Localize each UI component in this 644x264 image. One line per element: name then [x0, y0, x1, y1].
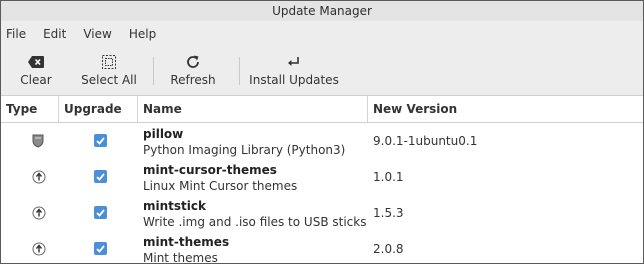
- column-name[interactable]: Name: [138, 96, 368, 122]
- column-upgrade[interactable]: Upgrade: [59, 96, 138, 122]
- table-row[interactable]: mint-cursor-themes Linux Mint Cursor the…: [1, 159, 643, 195]
- package-description: Mint themes: [143, 251, 218, 264]
- package-version: 1.5.3: [373, 206, 404, 220]
- table-header: Type Upgrade Name New Version: [1, 95, 643, 123]
- package-description: Write .img and .iso files to USB sticks: [143, 215, 367, 229]
- upgrade-checkbox[interactable]: [94, 242, 107, 255]
- install-return-icon: [249, 53, 339, 71]
- package-description: Python Imaging Library (Python3): [143, 143, 346, 157]
- table-row[interactable]: mint-themes Mint themes 2.0.8: [1, 231, 643, 264]
- column-new-version[interactable]: New Version: [368, 96, 643, 122]
- menu-edit[interactable]: Edit: [43, 27, 66, 41]
- toolbar: Clear Select All Refresh Install Updates: [1, 47, 643, 95]
- menu-bar: File Edit View Help: [1, 21, 643, 47]
- update-manager-window: Update Manager File Edit View Help Clear: [0, 0, 644, 264]
- menu-help[interactable]: Help: [129, 27, 156, 41]
- security-shield-icon: [32, 134, 44, 151]
- refresh-icon: [169, 53, 217, 71]
- select-all-icon: [79, 53, 139, 71]
- package-description: Linux Mint Cursor themes: [143, 179, 298, 193]
- clear-backspace-icon: [15, 53, 57, 71]
- table-row[interactable]: mintstick Write .img and .iso files to U…: [1, 195, 643, 231]
- update-arrow-icon: [32, 242, 46, 259]
- upgrade-checkbox[interactable]: [94, 134, 107, 147]
- select-all-button[interactable]: Select All: [79, 53, 139, 89]
- package-version: 1.0.1: [373, 170, 404, 184]
- install-updates-label: Install Updates: [249, 73, 339, 87]
- update-arrow-icon: [32, 206, 46, 223]
- menu-view[interactable]: View: [83, 27, 111, 41]
- refresh-button[interactable]: Refresh: [169, 53, 217, 89]
- toolbar-separator: [153, 57, 154, 85]
- package-name: mint-themes: [143, 235, 230, 249]
- package-name: pillow: [143, 127, 184, 141]
- toolbar-separator: [239, 57, 240, 85]
- column-type[interactable]: Type: [1, 96, 59, 122]
- clear-button[interactable]: Clear: [15, 53, 57, 89]
- package-version: 9.0.1-1ubuntu0.1: [373, 134, 478, 148]
- upgrade-checkbox[interactable]: [94, 206, 107, 219]
- window-title: Update Manager: [1, 1, 643, 21]
- updates-list: pillow Python Imaging Library (Python3) …: [1, 123, 643, 264]
- select-all-label: Select All: [81, 73, 137, 87]
- package-name: mint-cursor-themes: [143, 163, 277, 177]
- package-version: 2.0.8: [373, 242, 404, 256]
- table-row[interactable]: pillow Python Imaging Library (Python3) …: [1, 123, 643, 159]
- upgrade-checkbox[interactable]: [94, 170, 107, 183]
- update-arrow-icon: [32, 170, 46, 187]
- clear-label: Clear: [20, 73, 52, 87]
- menu-file[interactable]: File: [6, 27, 26, 41]
- install-updates-button[interactable]: Install Updates: [249, 53, 339, 89]
- refresh-label: Refresh: [170, 73, 216, 87]
- package-name: mintstick: [143, 199, 206, 213]
